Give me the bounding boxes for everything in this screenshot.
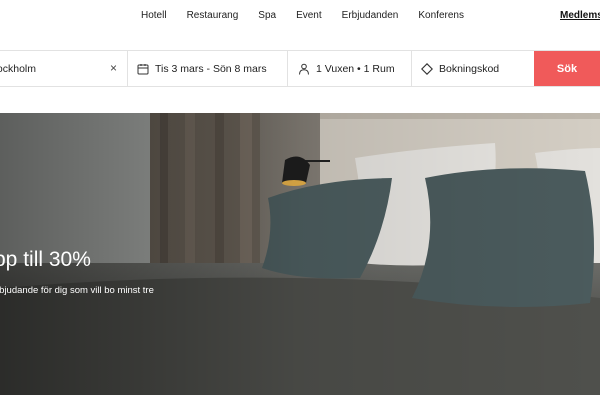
calendar-icon [137,63,149,74]
nav-link-event[interactable]: Event [296,10,322,21]
destination-field[interactable]: tockholm × [0,51,128,86]
nav-link-spa[interactable]: Spa [258,10,276,21]
destination-value: tockholm [0,62,37,75]
guests-value: 1 Vuxen • 1 Rum [316,62,395,75]
hero-title: pp till 30% [0,248,91,271]
close-icon[interactable]: × [110,61,117,75]
nav-link-restaurang[interactable]: Restaurang [187,10,239,21]
hero-banner[interactable]: pp till 30% rbjudande för dig som vill b… [0,113,600,395]
guests-rooms-field[interactable]: 1 Vuxen • 1 Rum [288,51,412,86]
date-range-value: Tis 3 mars - Sön 8 mars [155,62,267,75]
booking-code-field[interactable]: Bokningskod [412,51,534,86]
top-navigation: Hotell Restaurang Spa Event Erbjudanden … [0,0,600,36]
member-login-link[interactable]: Medlemsl [560,10,600,21]
booking-code-placeholder: Bokningskod [439,62,500,75]
hero-subtitle: rbjudande för dig som vill bo minst tre [0,285,154,296]
booking-search-bar: tockholm × Tis 3 mars - Sön 8 mars 1 Vux… [0,50,600,87]
person-icon [299,63,309,75]
nav-link-konferens[interactable]: Konferens [418,10,464,21]
main-menu: Hotell Restaurang Spa Event Erbjudanden … [141,10,484,21]
tag-icon [421,62,433,75]
nav-link-erbjudanden[interactable]: Erbjudanden [342,10,399,21]
nav-link-hotell[interactable]: Hotell [141,10,167,21]
search-button[interactable]: Sök [534,51,600,86]
date-picker-field[interactable]: Tis 3 mars - Sön 8 mars [128,51,288,86]
